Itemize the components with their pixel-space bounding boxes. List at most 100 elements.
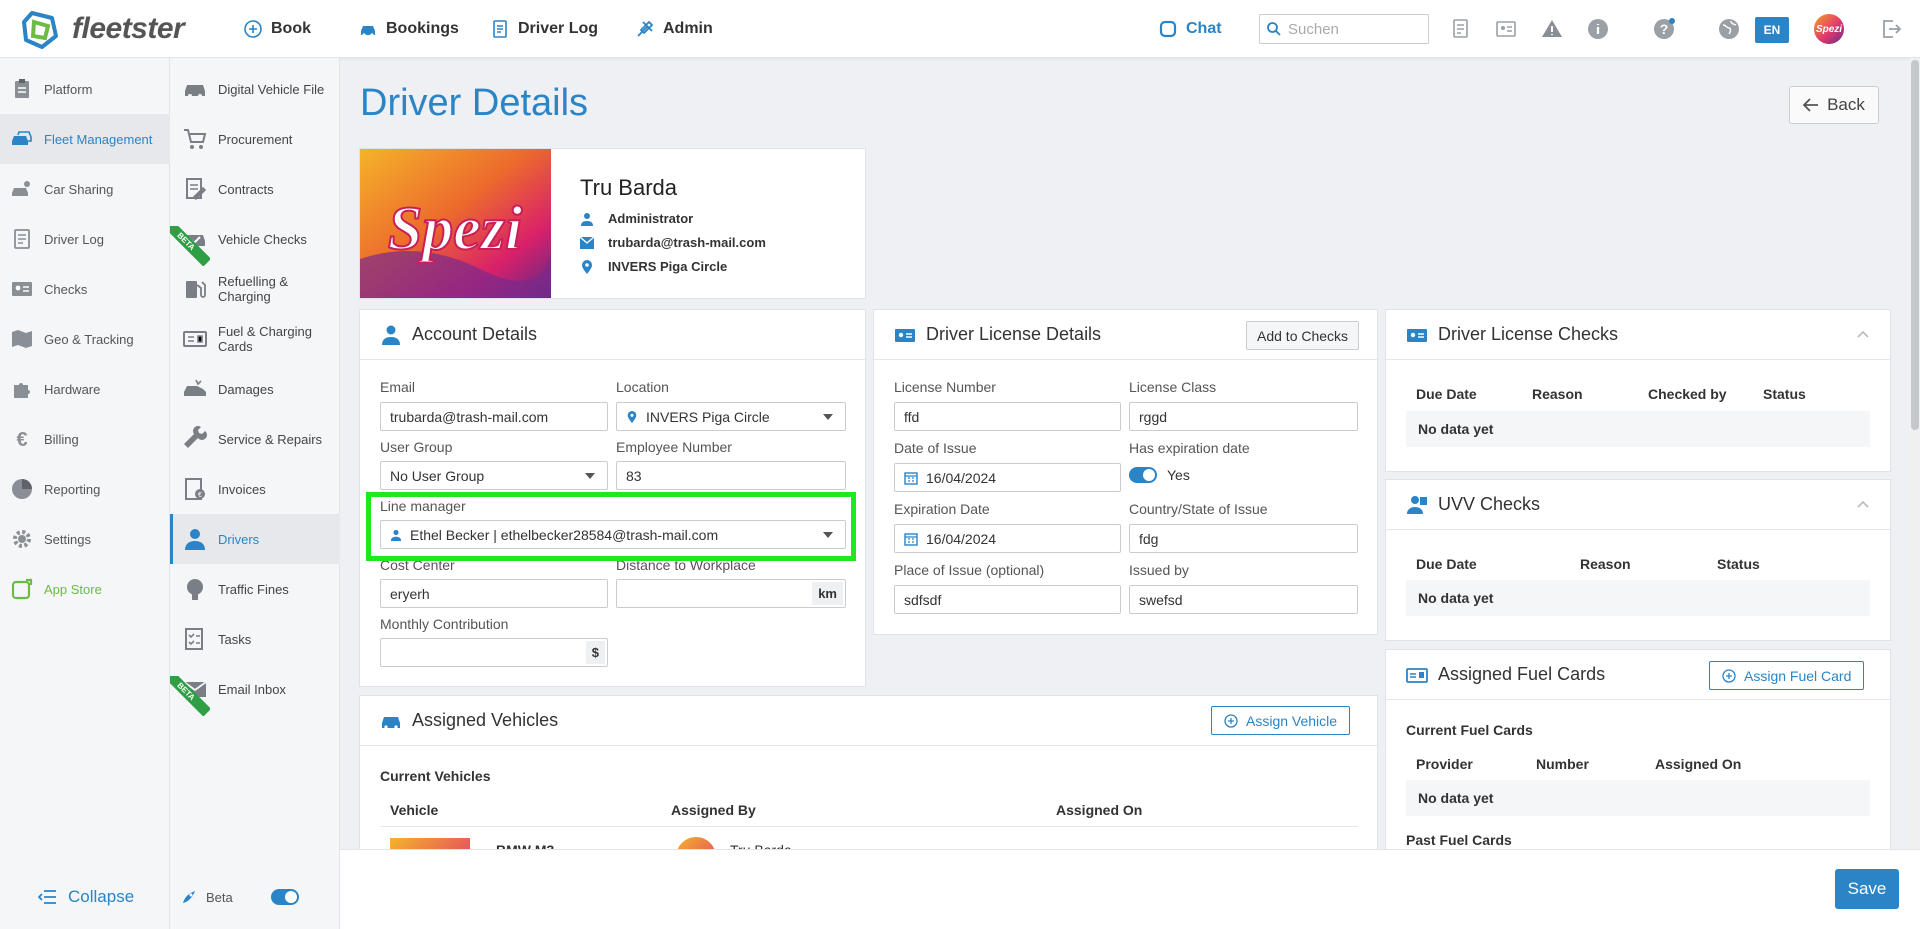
monthly-contribution-field[interactable]: $ bbox=[380, 638, 608, 667]
license-class-field[interactable]: rggd bbox=[1129, 402, 1358, 431]
chevron-down-icon bbox=[585, 473, 595, 479]
license-number-field[interactable]: ffd bbox=[894, 402, 1121, 431]
logout-icon[interactable] bbox=[1879, 17, 1903, 41]
sidebar-item-driver-log[interactable]: Driver Log bbox=[0, 214, 170, 264]
uvv-checks-header[interactable]: UVV Checks bbox=[1386, 480, 1890, 530]
column-header: Provider bbox=[1416, 756, 1473, 772]
email-field[interactable]: trubarda@trash-mail.com bbox=[380, 402, 608, 431]
scrollbar-thumb[interactable] bbox=[1911, 60, 1919, 430]
beta-badge: BETA bbox=[170, 676, 210, 716]
tools-icon bbox=[637, 20, 654, 37]
location-value: INVERS Piga Circle bbox=[646, 408, 770, 425]
monthly-contribution-label: Monthly Contribution bbox=[380, 616, 509, 632]
user-avatar[interactable]: Spezi bbox=[1814, 14, 1844, 44]
assign-fuel-card-button[interactable]: Assign Fuel Card bbox=[1709, 661, 1865, 690]
subnav-refuelling-charging[interactable]: Refuelling & Charging bbox=[170, 264, 340, 314]
email-label: Email bbox=[380, 379, 416, 395]
user-group-select[interactable]: No User Group bbox=[380, 461, 608, 490]
license-class-value: rggd bbox=[1139, 408, 1168, 425]
sidebar-item-car-sharing[interactable]: Car Sharing bbox=[0, 164, 170, 214]
sidebar-item-geo-tracking[interactable]: Geo & Tracking bbox=[0, 314, 170, 364]
fleet-icon bbox=[12, 131, 32, 145]
checklist-icon[interactable] bbox=[1449, 17, 1473, 41]
past-fuel-cards-heading: Past Fuel Cards bbox=[1406, 832, 1512, 848]
assign-vehicle-button[interactable]: Assign Vehicle bbox=[1211, 706, 1351, 735]
fuel-card-icon bbox=[1406, 667, 1428, 683]
sidebar-item-billing[interactable]: € Billing bbox=[0, 414, 170, 464]
employee-number-field[interactable]: 83 bbox=[616, 461, 846, 490]
nav-book[interactable]: Book bbox=[243, 19, 311, 39]
sidebar-item-checks[interactable]: Checks bbox=[0, 264, 170, 314]
sidebar-item-label: Reporting bbox=[44, 481, 101, 497]
sidebar-item-settings[interactable]: Settings bbox=[0, 514, 170, 564]
fleetster-logo-icon[interactable] bbox=[20, 10, 60, 50]
sidebar-item-platform[interactable]: Platform bbox=[0, 64, 170, 114]
column-header: Checked by bbox=[1648, 386, 1727, 402]
search-input[interactable] bbox=[1288, 20, 1418, 38]
cost-center-field[interactable]: eryerh bbox=[380, 579, 608, 608]
subnav-digital-vehicle-file[interactable]: Digital Vehicle File bbox=[170, 64, 340, 114]
subnav-procurement[interactable]: Procurement bbox=[170, 114, 340, 164]
issued-by-field[interactable]: swefsd bbox=[1129, 585, 1358, 614]
has-expiration-toggle[interactable] bbox=[1129, 467, 1157, 483]
profile-role-label: Administrator bbox=[608, 211, 694, 226]
date-of-issue-field[interactable]: 16/04/2024 bbox=[894, 463, 1121, 492]
subnav-damages[interactable]: Damages bbox=[170, 364, 340, 414]
sidebar-item-fleet-management[interactable]: Fleet Management bbox=[0, 114, 170, 164]
sidebar-item-label: Geo & Tracking bbox=[44, 331, 134, 347]
info-icon[interactable] bbox=[1586, 17, 1610, 41]
sidebar-item-app-store[interactable]: App Store bbox=[0, 564, 170, 614]
nav-admin[interactable]: Admin bbox=[635, 19, 713, 39]
subnav-drivers[interactable]: Drivers bbox=[170, 514, 340, 564]
sidebar-item-hardware[interactable]: Hardware bbox=[0, 364, 170, 414]
chevron-down-icon bbox=[823, 414, 833, 420]
license-checks-card: Driver License Checks Due Date Reason Ch… bbox=[1385, 309, 1891, 472]
collapse-button[interactable]: Collapse bbox=[38, 887, 134, 907]
subnav-traffic-fines[interactable]: Traffic Fines bbox=[170, 564, 340, 614]
back-button[interactable]: Back bbox=[1789, 86, 1879, 124]
subnav-label: Digital Vehicle File bbox=[218, 81, 325, 97]
add-to-checks-button[interactable]: Add to Checks bbox=[1246, 321, 1360, 350]
sidebar-item-reporting[interactable]: Reporting bbox=[0, 464, 170, 514]
subnav-invoices[interactable]: € Invoices bbox=[170, 464, 340, 514]
nav-bookings-label: Bookings bbox=[386, 20, 459, 37]
globe-icon[interactable] bbox=[1717, 17, 1741, 41]
pie-chart-icon bbox=[12, 479, 32, 499]
has-expiration-label: Has expiration date bbox=[1129, 440, 1250, 456]
subnav-service-repairs[interactable]: Service & Repairs bbox=[170, 414, 340, 464]
chevron-up-icon[interactable] bbox=[1856, 328, 1870, 342]
distance-field[interactable]: km bbox=[616, 579, 846, 608]
puzzle-icon bbox=[14, 383, 30, 398]
subnav-tasks[interactable]: Tasks bbox=[170, 614, 340, 664]
help-icon[interactable]: ? bbox=[1652, 17, 1676, 41]
chevron-up-icon[interactable] bbox=[1856, 498, 1870, 512]
column-header: Status bbox=[1717, 556, 1760, 572]
save-button[interactable]: Save bbox=[1835, 869, 1899, 909]
expiration-date-field[interactable]: 16/04/2024 bbox=[894, 524, 1121, 553]
language-button[interactable]: EN bbox=[1755, 17, 1789, 43]
subnav-contracts[interactable]: Contracts bbox=[170, 164, 340, 214]
cart-icon bbox=[184, 129, 207, 149]
id-card-icon[interactable] bbox=[1494, 17, 1518, 41]
license-card-icon bbox=[1407, 328, 1427, 342]
license-checks-header[interactable]: Driver License Checks bbox=[1386, 310, 1890, 360]
subnav-fuel-charging-cards[interactable]: Fuel & Charging Cards bbox=[170, 314, 340, 364]
warning-icon[interactable] bbox=[1540, 17, 1564, 41]
scrollbar[interactable] bbox=[1910, 58, 1920, 849]
beta-toggle[interactable] bbox=[270, 889, 299, 905]
location-select[interactable]: INVERS Piga Circle bbox=[616, 402, 846, 431]
brand-name[interactable]: fleetster bbox=[72, 12, 185, 46]
place-of-issue-value: sdfsdf bbox=[904, 591, 942, 608]
chat-button[interactable]: Chat bbox=[1158, 19, 1222, 39]
license-card-icon bbox=[895, 328, 915, 342]
nav-bookings[interactable]: Bookings bbox=[358, 19, 459, 39]
cost-center-value: eryerh bbox=[390, 585, 430, 602]
place-of-issue-field[interactable]: sdfsdf bbox=[894, 585, 1121, 614]
map-icon bbox=[12, 330, 32, 348]
uvv-checks-card: UVV Checks Due Date Reason Status No dat… bbox=[1385, 479, 1891, 641]
country-field[interactable]: fdg bbox=[1129, 524, 1358, 553]
search-box[interactable] bbox=[1259, 14, 1429, 44]
nav-driver-log[interactable]: Driver Log bbox=[490, 19, 598, 39]
line-manager-select[interactable]: Ethel Becker | ethelbecker28584@trash-ma… bbox=[380, 520, 846, 549]
back-label: Back bbox=[1827, 95, 1865, 114]
